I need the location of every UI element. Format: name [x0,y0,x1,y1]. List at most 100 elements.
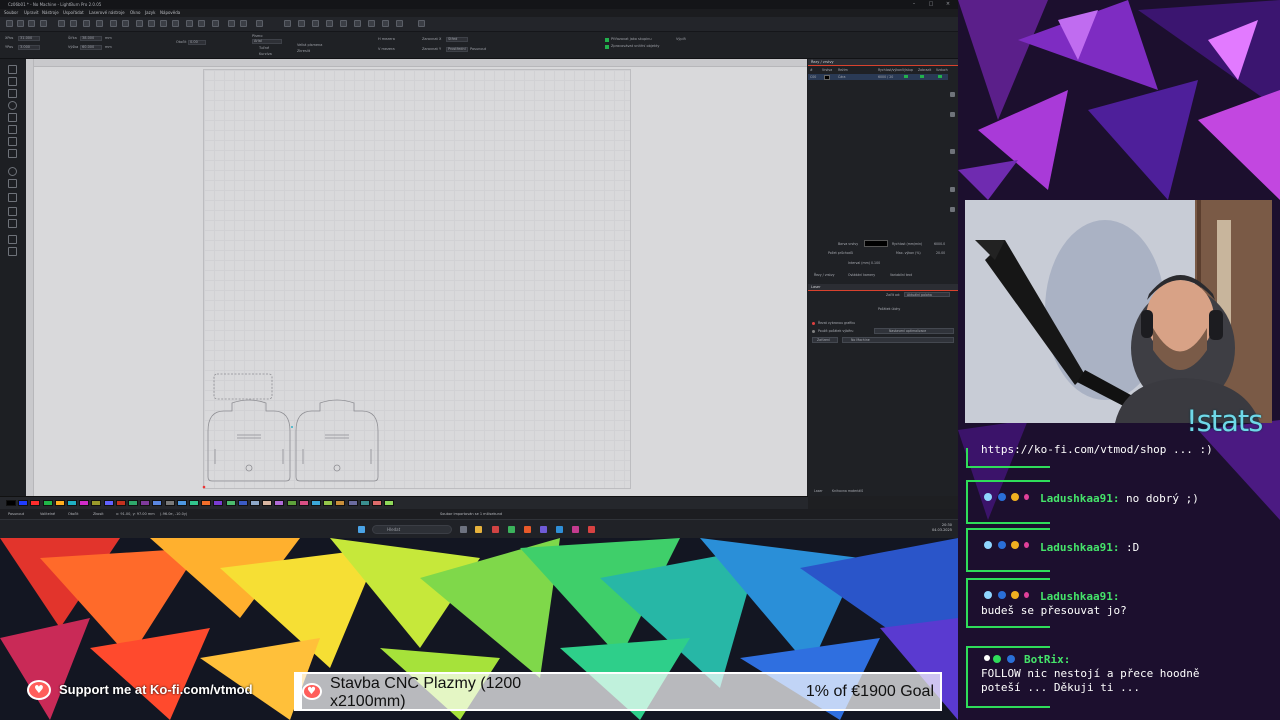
palette-swatch[interactable] [189,500,199,506]
palette-swatch[interactable] [250,500,260,506]
status-shear[interactable]: Zkosit [93,509,104,519]
toolbar-button-icon[interactable] [198,20,205,27]
toolbar-button-icon[interactable] [6,20,13,27]
optimization-button[interactable]: Nastavení optimalizace [874,328,954,334]
layer-settings-icon[interactable] [950,187,955,192]
group-checkbox[interactable] [605,38,609,42]
output-toggle[interactable] [904,75,908,78]
toolbar-button-icon[interactable] [418,20,425,27]
palette-swatch[interactable] [103,500,114,506]
measure-tool-icon[interactable] [8,179,17,188]
select-tool-icon[interactable] [8,65,17,74]
palette-swatch[interactable] [359,500,370,506]
menu-okno[interactable]: Okno [130,9,140,17]
start-from-select[interactable]: Aktuální poloha [904,292,950,297]
status-move[interactable]: Posunout [8,509,24,519]
edit-nodes-icon[interactable] [8,77,17,86]
toolbar-button-icon[interactable] [110,20,117,27]
menu-laserove-nastroje[interactable]: Laserové nástroje [89,9,125,17]
menu-soubor[interactable]: Soubor [4,9,18,17]
app-icon-3[interactable] [524,526,531,533]
toolbar-button-icon[interactable] [396,20,403,27]
toolbar-button-icon[interactable] [186,20,193,27]
palette-swatch[interactable] [323,500,334,506]
rectangle-tool-icon[interactable] [8,89,17,98]
tab-material-library[interactable]: Knihovna materiálů [832,489,863,493]
menu-upravit[interactable]: Upravit [24,9,39,17]
start-icon[interactable] [358,526,365,533]
toolbar-button-icon[interactable] [83,20,90,27]
app-icon-5[interactable] [556,526,563,533]
explorer-icon[interactable] [475,526,482,533]
menu-jazyk[interactable]: Jazyk [145,9,155,17]
close-icon[interactable]: × [942,0,954,9]
layer-color-picker[interactable] [864,240,888,247]
array-tool-icon[interactable] [8,193,17,202]
origin-tool-icon[interactable] [8,167,17,176]
task-view-icon[interactable] [460,526,467,533]
toolbar-button-icon[interactable] [228,20,235,27]
palette-swatch[interactable] [372,500,382,506]
toolbar-button-icon[interactable] [326,20,333,27]
taskbar-search[interactable]: Hledat [372,525,452,534]
xpos-field[interactable]: 31.000 [18,36,40,41]
palette-swatch[interactable] [213,500,224,506]
minimize-icon[interactable]: – [908,0,920,9]
toolbar-button-icon[interactable] [354,20,361,27]
palette-swatch[interactable] [140,500,151,506]
power-value[interactable]: 20.00 [936,251,945,255]
palette-swatch[interactable] [311,500,321,506]
toolbar-button-icon[interactable] [148,20,155,27]
menu-usporadat[interactable]: Uspořádat [63,9,84,17]
palette-swatch[interactable] [335,500,346,506]
toolbar-button-icon[interactable] [96,20,103,27]
text-tool-icon[interactable] [8,137,17,146]
move-up-icon[interactable] [950,92,955,97]
font-select[interactable]: Arial [252,39,282,44]
move-down-icon[interactable] [950,112,955,117]
tab-camera[interactable]: Ovládání kamery [848,273,875,277]
grid-tool-icon[interactable] [8,207,17,216]
toolbar-button-icon[interactable] [40,20,47,27]
layer-lock-icon[interactable] [950,207,955,212]
design-shapes[interactable] [26,59,807,496]
position-laser-icon[interactable] [8,125,17,134]
settings-tool-icon[interactable] [8,219,17,228]
delete-layer-icon[interactable] [950,149,955,154]
devices-button[interactable]: Zařízení [812,337,838,343]
palette-swatch[interactable] [274,500,285,506]
polygon-tool-icon[interactable] [8,113,17,122]
palette-swatch[interactable] [286,500,297,506]
speed-value[interactable]: 6000.0 [934,242,945,246]
toolbar-button-icon[interactable] [212,20,219,27]
palette-swatch[interactable] [347,500,358,506]
interval-value[interactable]: 0.100 [871,261,880,265]
radius-tool-icon[interactable] [8,235,17,244]
palette-swatch[interactable] [201,500,212,506]
maximize-icon[interactable]: □ [925,0,937,9]
lightburn-taskbar-icon[interactable] [588,526,595,533]
show-toggle[interactable] [920,75,924,78]
palette-swatch[interactable] [18,500,29,506]
toolbar-button-icon[interactable] [122,20,129,27]
tab-cuts-layers[interactable]: Řezy / vrstvy [814,273,835,277]
palette-swatch[interactable] [225,500,236,506]
tab-variable-text[interactable]: Variabilní text [890,273,912,277]
app-icon-2[interactable] [508,526,515,533]
toolbar-button-icon[interactable] [240,20,247,27]
width-field[interactable]: 38.000 [80,36,102,41]
use-selection-checkbox[interactable] [812,330,815,333]
align-y-select[interactable]: Prostřední [446,47,468,52]
palette-swatch[interactable] [384,500,395,506]
app-icon-1[interactable] [492,526,499,533]
toolbar-button-icon[interactable] [256,20,263,27]
palette-swatch[interactable] [54,500,65,506]
toolbar-button-icon[interactable] [28,20,35,27]
palette-swatch[interactable] [30,500,41,506]
toolbar-button-icon[interactable] [382,20,389,27]
toolbar-button-icon[interactable] [172,20,179,27]
cut-selected-checkbox[interactable] [812,322,815,325]
toolbar-button-icon[interactable] [17,20,24,27]
toolbar-button-icon[interactable] [58,20,65,27]
align-x-select[interactable]: Střed [446,37,468,42]
